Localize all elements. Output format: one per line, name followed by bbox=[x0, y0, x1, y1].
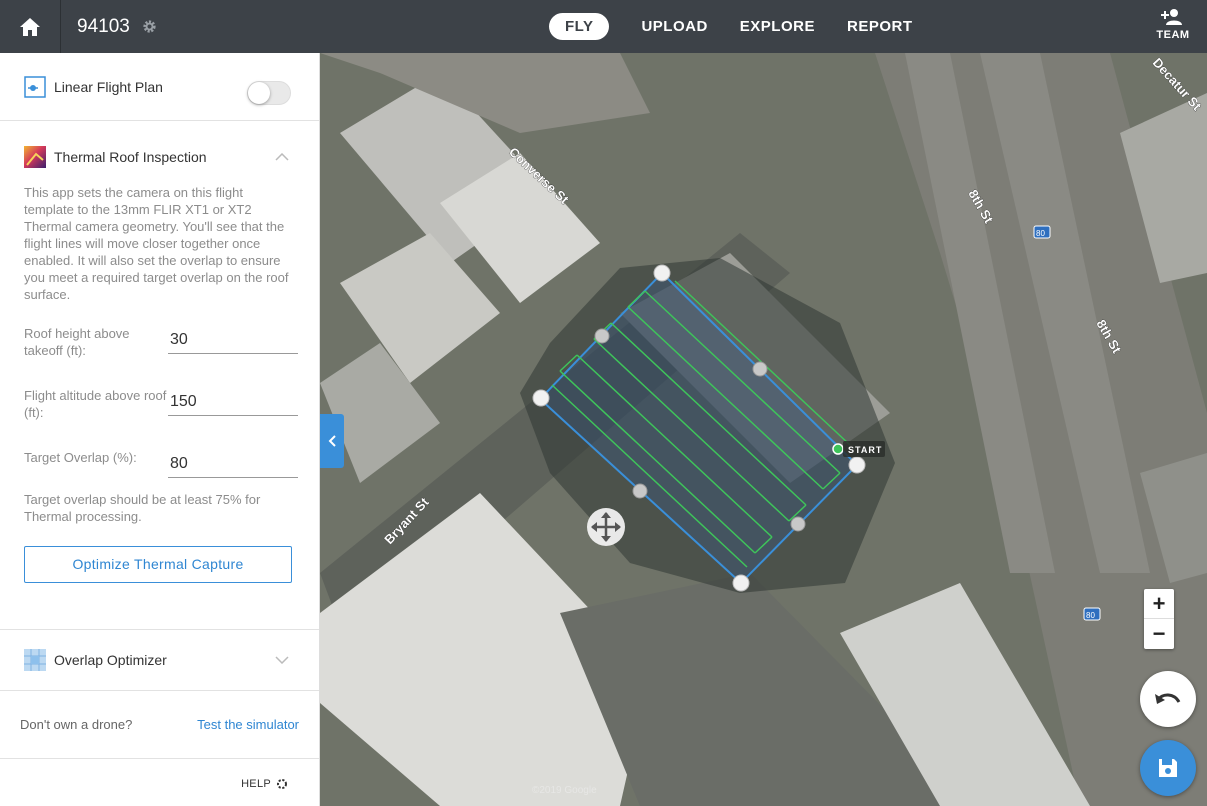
nav-upload[interactable]: UPLOAD bbox=[641, 13, 707, 40]
home-button[interactable] bbox=[0, 0, 61, 53]
nav-report[interactable]: REPORT bbox=[847, 13, 913, 40]
target-overlap-input[interactable]: 80 bbox=[168, 449, 298, 478]
linear-flight-plan-label: Linear Flight Plan bbox=[54, 78, 163, 95]
flight-altitude-field: Flight altitude above roof (ft): 150 bbox=[24, 387, 298, 427]
linear-flight-icon bbox=[24, 75, 46, 98]
linear-flight-plan-toggle[interactable] bbox=[247, 81, 291, 105]
help-icon bbox=[277, 779, 287, 789]
flight-altitude-label: Flight altitude above roof (ft): bbox=[24, 388, 167, 420]
optimize-thermal-button[interactable]: Optimize Thermal Capture bbox=[24, 546, 292, 583]
chevron-left-icon bbox=[328, 435, 336, 447]
linear-flight-plan-row: Linear Flight Plan bbox=[0, 53, 319, 121]
chevron-up-icon[interactable] bbox=[275, 153, 289, 161]
satellite-map: START Converse St Bryant St 8th St 8th S… bbox=[320, 53, 1207, 806]
project-name: 94103 bbox=[77, 15, 130, 37]
add-team-icon bbox=[1161, 9, 1182, 25]
zoom-control: + − bbox=[1144, 589, 1174, 649]
flight-altitude-input[interactable]: 150 bbox=[168, 387, 298, 416]
save-icon bbox=[1159, 759, 1177, 777]
nav-fly[interactable]: FLY bbox=[549, 13, 610, 40]
nav-explore[interactable]: EXPLORE bbox=[740, 13, 815, 40]
undo-button[interactable] bbox=[1140, 671, 1196, 727]
target-overlap-field: Target Overlap (%): 80 bbox=[24, 449, 298, 478]
chevron-down-icon[interactable] bbox=[275, 656, 289, 664]
move-handle[interactable] bbox=[587, 508, 625, 546]
team-button[interactable]: TEAM bbox=[1153, 8, 1193, 41]
overlap-note: Target overlap should be at least 75% fo… bbox=[24, 492, 261, 524]
sidebar: Linear Flight Plan Thermal Roof Inspecti… bbox=[0, 53, 320, 806]
gear-icon[interactable] bbox=[142, 19, 157, 34]
roof-height-input[interactable]: 30 bbox=[168, 325, 298, 354]
undo-icon bbox=[1155, 693, 1181, 704]
simulator-question: Don't own a drone? bbox=[20, 717, 133, 732]
zoom-out-button[interactable]: − bbox=[1144, 619, 1174, 649]
help-button[interactable]: HELP bbox=[241, 778, 287, 790]
home-icon bbox=[20, 17, 40, 36]
thermal-roof-inspection-panel: Thermal Roof Inspection This app sets th… bbox=[0, 121, 319, 630]
svg-text:80: 80 bbox=[1036, 229, 1045, 238]
simulator-link[interactable]: Test the simulator bbox=[197, 717, 299, 732]
roof-height-field: Roof height above takeoff (ft): 30 bbox=[24, 325, 298, 365]
thermal-description: This app sets the camera on this flight … bbox=[24, 185, 289, 302]
main-nav: FLY UPLOAD EXPLORE REPORT bbox=[549, 13, 945, 40]
start-label: START bbox=[848, 445, 882, 455]
toggle-knob bbox=[248, 82, 270, 104]
overlap-optimizer-row[interactable]: Overlap Optimizer bbox=[0, 630, 319, 691]
top-bar: 94103 FLY UPLOAD EXPLORE REPORT TEAM bbox=[0, 0, 1207, 53]
map-view[interactable]: START Converse St Bryant St 8th St 8th S… bbox=[320, 53, 1207, 806]
roof-height-label: Roof height above takeoff (ft): bbox=[24, 326, 130, 358]
save-button[interactable] bbox=[1140, 740, 1196, 796]
collapse-sidebar-button[interactable] bbox=[320, 414, 344, 468]
target-overlap-label: Target Overlap (%): bbox=[24, 450, 137, 465]
team-label: TEAM bbox=[1156, 29, 1190, 41]
simulator-row: Don't own a drone? Test the simulator bbox=[0, 691, 319, 759]
overlap-optimizer-label: Overlap Optimizer bbox=[54, 652, 167, 668]
thermal-panel-title: Thermal Roof Inspection bbox=[54, 149, 207, 165]
overlap-optimizer-icon bbox=[24, 649, 46, 671]
map-attribution: ©2019 Google bbox=[532, 785, 597, 796]
thermal-panel-header[interactable]: Thermal Roof Inspection bbox=[24, 121, 295, 193]
svg-text:80: 80 bbox=[1086, 611, 1095, 620]
thermal-app-icon bbox=[24, 146, 46, 168]
project-header: 94103 bbox=[61, 0, 157, 53]
zoom-in-button[interactable]: + bbox=[1144, 589, 1174, 619]
help-label: HELP bbox=[241, 778, 271, 790]
